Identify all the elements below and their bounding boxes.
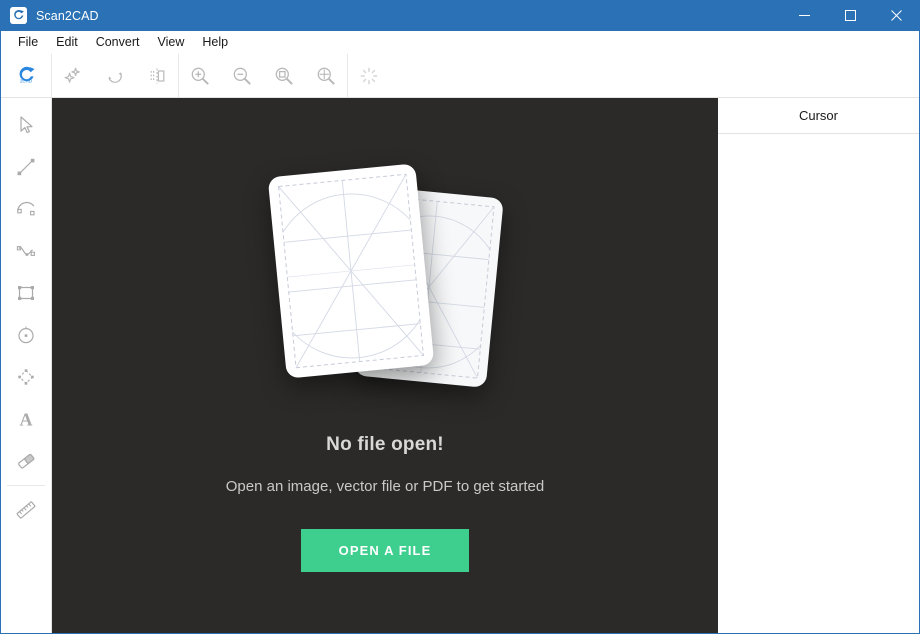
magnifier-plus-icon (191, 67, 209, 85)
spinner-icon (360, 67, 378, 84)
toolbar-scan2cad-logo-icon: 2CAD (1, 54, 51, 97)
line-icon (17, 158, 35, 176)
close-icon[interactable] (873, 0, 919, 31)
sparkles-icon (64, 67, 80, 83)
zoom-to-selection-button[interactable] (263, 54, 305, 97)
bezier-curve-icon (16, 246, 35, 256)
zoom-out-button[interactable] (221, 54, 263, 97)
rotate-icon (108, 72, 122, 83)
menu-item-view[interactable]: View (148, 33, 193, 51)
window-title: Scan2CAD (36, 8, 99, 23)
circle-tool[interactable] (1, 314, 51, 356)
menu-item-edit[interactable]: Edit (47, 33, 87, 51)
app-body: A No file open! Open an image, vector fi… (1, 98, 919, 633)
toolbar-group-edit (52, 54, 178, 97)
svg-text:A: A (20, 410, 33, 430)
text-a-icon: A (20, 410, 33, 430)
svg-text:2CAD: 2CAD (20, 78, 33, 83)
empty-state-title: No file open! (326, 433, 444, 455)
arc-tool[interactable] (1, 188, 51, 230)
select-tool[interactable] (1, 104, 51, 146)
zoom-to-fit-button[interactable] (305, 54, 347, 97)
polygon-tool[interactable] (1, 356, 51, 398)
menu-item-help[interactable]: Help (193, 33, 237, 51)
right-panel-header: Cursor (718, 98, 919, 134)
maximize-icon[interactable] (827, 0, 873, 31)
menu-item-convert[interactable]: Convert (87, 33, 149, 51)
tool-rail-separator (7, 485, 45, 486)
title-bar: Scan2CAD (1, 0, 919, 31)
arc-icon (17, 201, 35, 216)
tool-rail: A (1, 98, 52, 633)
app-window: Scan2CAD File Edit Convert View Help 2CA… (0, 0, 920, 634)
zoom-in-button[interactable] (179, 54, 221, 97)
scan2cad-logo-glyph: 2CAD (19, 66, 35, 83)
stacked-drawing-sheets-illustration (255, 160, 515, 390)
ruler-icon (16, 501, 36, 519)
loading-button (348, 54, 390, 97)
eraser-tool[interactable] (1, 440, 51, 482)
menu-bar: File Edit Convert View Help (1, 31, 919, 54)
polygon-nodes-icon (18, 369, 34, 385)
rectangle-icon (18, 286, 34, 300)
line-tool[interactable] (1, 146, 51, 188)
magnifier-square-icon (275, 67, 293, 85)
toolbar-group-status (348, 54, 390, 97)
empty-state: No file open! Open an image, vector file… (52, 98, 718, 633)
window-controls (781, 0, 919, 31)
scan2cad-logo-icon (10, 7, 27, 24)
rotate-button[interactable] (94, 54, 136, 97)
toolbar-group-zoom (179, 54, 347, 97)
scan2cad-logo-glyph (10, 7, 27, 24)
open-a-file-button[interactable]: OPEN A FILE (300, 528, 470, 572)
minimize-icon[interactable] (781, 0, 827, 31)
text-tool[interactable]: A (1, 398, 51, 440)
mirror-button[interactable] (136, 54, 178, 97)
menu-item-file[interactable]: File (9, 33, 47, 51)
curve-tool[interactable] (1, 230, 51, 272)
mirror-icon (150, 68, 165, 83)
right-panel: Cursor (718, 98, 919, 633)
empty-state-subtitle: Open an image, vector file or PDF to get… (225, 477, 545, 495)
magnifier-fit-icon (317, 67, 335, 85)
rectangle-tool[interactable] (1, 272, 51, 314)
cursor-arrow-icon (20, 116, 33, 134)
eraser-icon (18, 453, 35, 469)
measure-tool[interactable] (1, 489, 51, 531)
main-toolbar: 2CAD (1, 54, 919, 98)
drawing-sheet-front (267, 162, 435, 379)
right-panel-body (718, 134, 919, 633)
drawing-canvas[interactable]: No file open! Open an image, vector file… (52, 98, 718, 633)
clean-image-button[interactable] (52, 54, 94, 97)
sheet-front-lines (278, 173, 424, 368)
circle-icon (18, 326, 34, 344)
magnifier-minus-icon (233, 67, 251, 85)
